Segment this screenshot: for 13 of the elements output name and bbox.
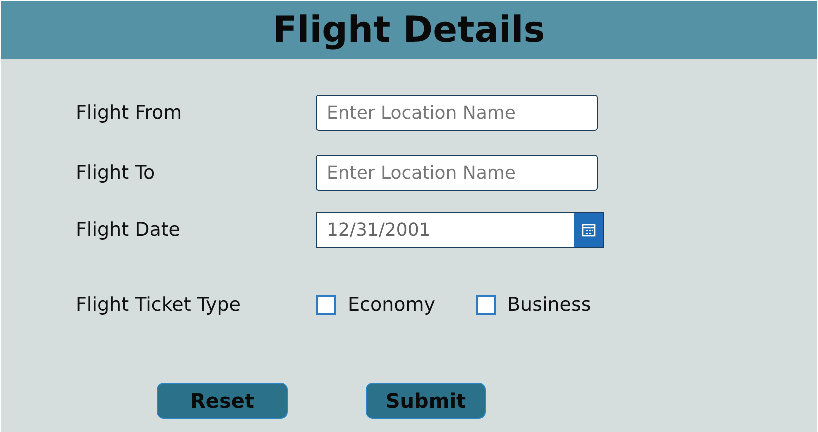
field-label: Flight To (76, 162, 156, 184)
reset-button[interactable]: Reset (157, 383, 288, 419)
checkbox-label: Business (508, 294, 592, 316)
checkbox[interactable] (316, 295, 336, 315)
location-input[interactable]: Enter Location Name (316, 95, 598, 131)
field-label: Flight Date (76, 219, 182, 241)
checkbox-label: Economy (348, 294, 436, 316)
submit-button[interactable]: Submit (366, 383, 486, 419)
page-title: Flight Details (272, 10, 546, 50)
checkbox[interactable] (476, 295, 496, 315)
field-label: Flight From (76, 102, 184, 124)
field-label: Flight Ticket Type (76, 294, 242, 316)
location-input[interactable]: Enter Location Name (316, 155, 598, 191)
